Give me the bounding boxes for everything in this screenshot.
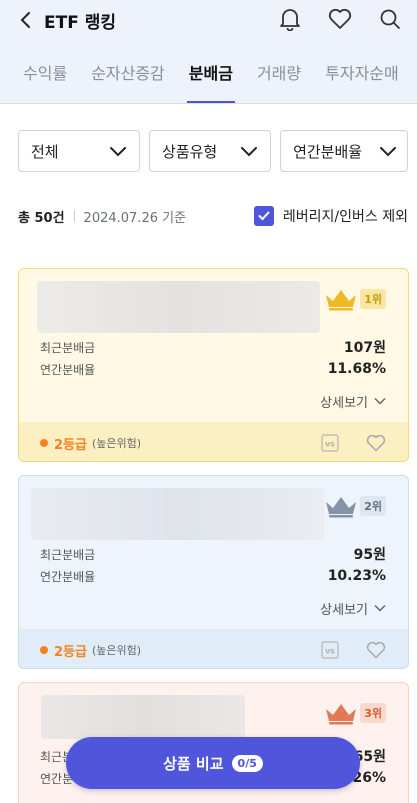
risk-grade: 2등급 [54,644,87,660]
svg-text:VS: VS [325,441,335,449]
risk-dot-icon [40,646,48,654]
exclude-leverage-checkbox[interactable]: 레버리지/인버스 제외 [253,206,408,226]
search-icon[interactable] [375,4,405,34]
crown-gold-icon [326,290,357,311]
ranking-list: 1위 최근분배금 107원 연간분배율 11.68% 상세보기 2등급 (높은위… [18,268,409,803]
favorite-heart-icon[interactable] [366,434,386,452]
annual-rate-value: 10.23% [327,568,386,584]
filter-all-dropdown[interactable]: 전체 [18,130,141,172]
exclude-leverage-label: 레버리지/인버스 제외 [282,209,408,225]
filter-all-label: 전체 [31,142,59,161]
filter-type-label: 상품유형 [162,142,218,161]
risk-dot-icon [40,439,48,447]
divider [73,210,75,222]
chevron-down-icon [110,147,127,157]
chevron-down-icon [380,147,397,157]
favorite-heart-icon[interactable] [366,641,386,659]
compare-label: 상품 비교 [163,754,224,773]
annual-rate-label: 연간분배율 [40,362,96,377]
detail-label: 상세보기 [320,602,368,618]
tab-dividend[interactable]: 분배금 [186,40,236,103]
tab-investor-net-buy[interactable]: 투자자순매 [325,40,399,103]
page-title: ETF 랭킹 [44,12,117,33]
recent-dividend-label: 최근분배금 [40,547,96,562]
bell-icon[interactable] [275,4,305,34]
risk-grade: 2등급 [54,437,87,453]
checkbox-checked-icon[interactable] [253,206,274,226]
crown-bronze-icon [326,704,357,725]
heart-icon[interactable] [325,4,355,34]
annual-rate-value: 11.68% [327,361,386,377]
svg-text:VS: VS [325,648,335,656]
filter-type-dropdown[interactable]: 상품유형 [149,130,272,172]
filter-bar: 전체 상품유형 연간분배율 [0,104,417,172]
product-name-blurred [41,695,245,739]
back-icon[interactable] [14,8,38,32]
ranking-tabs: 수익률 순자산증감 분배금 거래량 투자자순매 [0,40,417,104]
recent-dividend-value: 95원 [353,547,386,563]
tab-net-assets[interactable]: 순자산증감 [91,40,165,103]
chevron-down-icon [241,147,258,157]
compare-count-badge: 0/5 [231,754,263,772]
detail-link[interactable]: 상세보기 [19,587,408,629]
rank-indicator: 3위 [324,701,386,725]
header-actions [275,4,405,34]
detail-link[interactable]: 상세보기 [19,380,408,422]
card-footer: 2등급 (높은위험) VS [19,422,408,461]
ranking-card[interactable]: 2위 최근분배금 95원 연간분배율 10.23% 상세보기 2등급 (높은위험… [18,475,409,669]
compare-vs-icon[interactable]: VS [321,641,339,659]
rank-indicator: 1위 [324,287,386,311]
chevron-down-icon [374,604,386,612]
chevron-down-icon [374,397,386,405]
recent-dividend-value: 107원 [343,340,386,356]
product-name-blurred [31,488,324,540]
result-count: 총 50건 [18,210,65,226]
crown-silver-icon [326,497,357,518]
compare-products-button[interactable]: 상품 비교 0/5 [66,737,360,789]
ranking-card[interactable]: 1위 최근분배금 107원 연간분배율 11.68% 상세보기 2등급 (높은위… [18,268,409,462]
filter-rate-dropdown[interactable]: 연간분배율 [280,130,409,172]
product-name-blurred [37,281,320,333]
rank-badge: 2위 [360,496,386,516]
detail-label: 상세보기 [320,395,368,411]
filter-rate-label: 연간분배율 [293,142,363,161]
annual-rate-label: 연간분배율 [40,569,96,584]
card-footer: 2등급 (높은위험) VS [19,629,408,668]
rank-badge: 1위 [360,289,386,309]
result-summary: 총 50건 2024.07.26 기준 레버리지/인버스 제외 [0,203,417,229]
tab-volume[interactable]: 거래량 [257,40,301,103]
reference-date: 2024.07.26 기준 [83,210,187,226]
rank-indicator: 2위 [324,494,386,518]
tab-return[interactable]: 수익률 [23,40,67,103]
risk-level: (높은위험) [91,437,142,450]
risk-level: (높은위험) [91,644,142,657]
compare-vs-icon[interactable]: VS [321,434,339,452]
app-header: ETF 랭킹 [0,0,417,40]
rank-badge: 3위 [360,703,386,723]
recent-dividend-label: 최근분배금 [40,340,96,355]
